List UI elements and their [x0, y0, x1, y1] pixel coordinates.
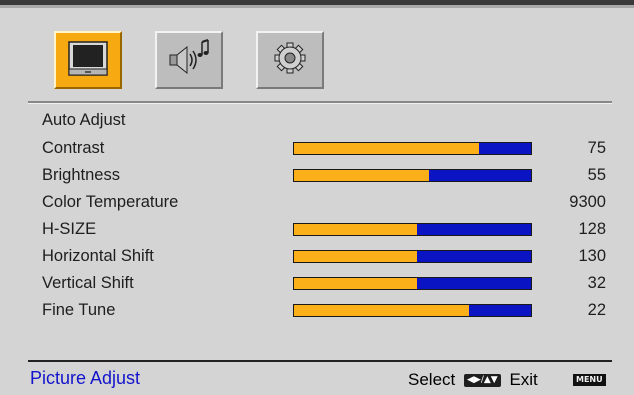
- osd-menu: Auto Adjust Contrast 75 Brightness 55 Co…: [0, 0, 634, 395]
- slider-fill: [294, 278, 418, 289]
- section-title: Picture Adjust: [30, 368, 141, 388]
- exit-label: Exit: [509, 370, 538, 389]
- menu-item-label: Brightness: [42, 166, 120, 184]
- divider-top: [28, 101, 612, 104]
- menu-item-value: 22: [587, 301, 606, 319]
- menu-item-contrast[interactable]: Contrast 75: [42, 136, 612, 160]
- menu-item-horizontal-shift[interactable]: Horizontal Shift 130: [42, 244, 612, 268]
- menu-item-label: Horizontal Shift: [42, 247, 154, 265]
- menu-item-label: Contrast: [42, 139, 105, 157]
- monitor-icon: [68, 41, 108, 76]
- menu-item-value: 55: [587, 166, 606, 184]
- fine-tune-slider[interactable]: [293, 304, 532, 317]
- slider-fill: [294, 251, 418, 262]
- slider-fill: [294, 224, 418, 235]
- brightness-slider[interactable]: [293, 169, 532, 182]
- menu-item-color-temperature[interactable]: Color Temperature 9300: [42, 190, 612, 214]
- menu-item-brightness[interactable]: Brightness 55: [42, 163, 612, 187]
- menu-item-label: Vertical Shift: [42, 274, 134, 292]
- menu-item-auto-adjust[interactable]: Auto Adjust: [42, 108, 612, 132]
- slider-fill: [294, 143, 479, 154]
- contrast-slider[interactable]: [293, 142, 532, 155]
- menu-item-h-size[interactable]: H-SIZE 128: [42, 217, 612, 241]
- menu-key-icon[interactable]: MENU: [573, 374, 606, 386]
- menu-item-label: Fine Tune: [42, 301, 116, 319]
- h-size-slider[interactable]: [293, 223, 532, 236]
- horizontal-shift-slider[interactable]: [293, 250, 532, 263]
- top-border: [0, 5, 634, 8]
- menu-item-vertical-shift[interactable]: Vertical Shift 32: [42, 271, 612, 295]
- slider-fill: [294, 170, 430, 181]
- menu-item-value: 128: [578, 220, 606, 238]
- slider-fill: [294, 305, 470, 316]
- menu-item-value: 130: [578, 247, 606, 265]
- speaker-music-icon: [169, 39, 209, 75]
- menu-item-value: 32: [587, 274, 606, 292]
- divider-bottom: [28, 360, 612, 362]
- tab-picture[interactable]: [54, 31, 122, 89]
- menu-item-label: Color Temperature: [42, 193, 179, 211]
- menu-item-value: 75: [587, 139, 606, 157]
- nav-keys-icon: ◀▶/▲▼: [463, 374, 501, 388]
- menu-item-fine-tune[interactable]: Fine Tune 22: [42, 298, 612, 322]
- vertical-shift-slider[interactable]: [293, 277, 532, 290]
- select-label: Select: [408, 370, 456, 389]
- gear-icon: [274, 42, 306, 74]
- menu-item-label: Auto Adjust: [42, 111, 126, 129]
- menu-item-label: H-SIZE: [42, 220, 97, 238]
- tab-settings[interactable]: [256, 31, 324, 89]
- menu-item-value: 9300: [569, 193, 606, 211]
- tab-audio[interactable]: [155, 31, 223, 89]
- help-bar: Select ◀▶/▲▼ Exit: [408, 368, 538, 392]
